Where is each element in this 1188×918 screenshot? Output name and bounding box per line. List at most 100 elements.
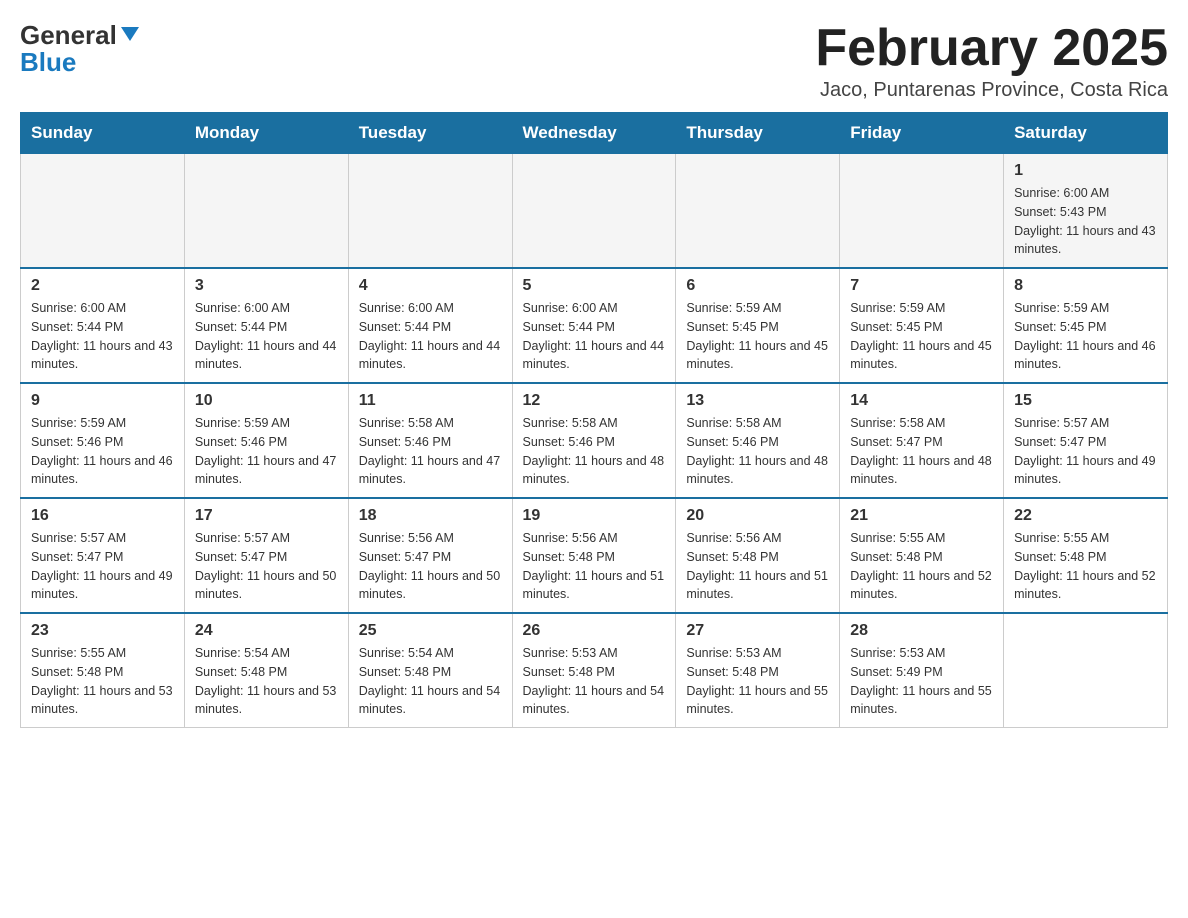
day-number: 26	[523, 622, 666, 640]
col-saturday: Saturday	[1004, 113, 1168, 154]
day-number: 23	[31, 622, 174, 640]
col-wednesday: Wednesday	[512, 113, 676, 154]
day-number: 6	[686, 277, 829, 295]
day-info: Sunrise: 5:58 AM Sunset: 5:46 PM Dayligh…	[359, 414, 502, 489]
day-info: Sunrise: 5:59 AM Sunset: 5:46 PM Dayligh…	[195, 414, 338, 489]
calendar-table: Sunday Monday Tuesday Wednesday Thursday…	[20, 112, 1168, 728]
calendar-cell-w5-d7	[1004, 613, 1168, 728]
calendar-cell-w3-d3: 11 Sunrise: 5:58 AM Sunset: 5:46 PM Dayli…	[348, 383, 512, 498]
calendar-cell-w5-d6: 28 Sunrise: 5:53 AM Sunset: 5:49 PM Dayli…	[840, 613, 1004, 728]
month-title: February 2025	[815, 20, 1168, 77]
day-number: 2	[31, 277, 174, 295]
calendar-cell-w2-d1: 2Sunrise: 6:00 AM Sunset: 5:44 PM Daylig…	[21, 268, 185, 383]
day-info: Sunrise: 5:55 AM Sunset: 5:48 PM Dayligh…	[850, 529, 993, 604]
day-info: Sunrise: 5:57 AM Sunset: 5:47 PM Dayligh…	[195, 529, 338, 604]
day-info: Sunrise: 6:00 AM Sunset: 5:44 PM Dayligh…	[523, 299, 666, 374]
day-number: 7	[850, 277, 993, 295]
week-row-2: 2 Sunrise: 6:00 AM Sunset: 5:44 PM Daylig…	[21, 268, 1168, 383]
calendar-cell-w1-d7: 1 Sunrise: 6:00 AM Sunset: 5:43 PM Daylig…	[1004, 154, 1168, 269]
day-number: 11	[359, 392, 502, 410]
calendar-cell-w4-d1: 16 Sunrise: 5:57 AM Sunset: 5:47 PM Dayli…	[21, 498, 185, 613]
day-info: Sunrise: 5:56 AM Sunset: 5:48 PM Dayligh…	[686, 529, 829, 604]
day-info: Sunrise: 5:53 AM Sunset: 5:49 PM Dayligh…	[850, 644, 993, 719]
day-info: Sunrise: 5:59 AM Sunset: 5:45 PM Dayligh…	[1014, 299, 1157, 374]
calendar-cell-w3-d7: 15 Sunrise: 5:57 AM Sunset: 5:47 PM Dayli…	[1004, 383, 1168, 498]
calendar-cell-w4-d5: 20 Sunrise: 5:56 AM Sunset: 5:48 PM Dayli…	[676, 498, 840, 613]
calendar-cell-w4-d6: 21 Sunrise: 5:55 AM Sunset: 5:48 PM Dayli…	[840, 498, 1004, 613]
week-row-3: 9Sunrise: 5:59 AM Sunset: 5:46 PM Daylig…	[21, 383, 1168, 498]
calendar-cell-w1-d5	[676, 154, 840, 269]
calendar-cell-w4-d7: 22 Sunrise: 5:55 AM Sunset: 5:48 PM Dayli…	[1004, 498, 1168, 613]
calendar-cell-w1-d2	[184, 154, 348, 269]
day-number: 5	[523, 277, 666, 295]
day-info: Sunrise: 5:57 AM Sunset: 5:47 PM Dayligh…	[1014, 414, 1157, 489]
col-sunday: Sunday	[21, 113, 185, 154]
day-info: Sunrise: 6:00 AM Sunset: 5:43 PM Dayligh…	[1014, 184, 1157, 259]
calendar-cell-w2-d3: 4Sunrise: 6:00 AM Sunset: 5:44 PM Daylig…	[348, 268, 512, 383]
title-area: February 2025 Jaco, Puntarenas Province,…	[815, 20, 1168, 102]
calendar-header-row: Sunday Monday Tuesday Wednesday Thursday…	[21, 113, 1168, 154]
day-info: Sunrise: 5:54 AM Sunset: 5:48 PM Dayligh…	[195, 644, 338, 719]
day-number: 28	[850, 622, 993, 640]
calendar-cell-w1-d4	[512, 154, 676, 269]
calendar-cell-w4-d3: 18 Sunrise: 5:56 AM Sunset: 5:47 PM Dayli…	[348, 498, 512, 613]
calendar-cell-w3-d5: 13 Sunrise: 5:58 AM Sunset: 5:46 PM Dayli…	[676, 383, 840, 498]
day-info: Sunrise: 5:56 AM Sunset: 5:47 PM Dayligh…	[359, 529, 502, 604]
day-info: Sunrise: 5:54 AM Sunset: 5:48 PM Dayligh…	[359, 644, 502, 719]
day-number: 21	[850, 507, 993, 525]
page-header: General Blue February 2025 Jaco, Puntare…	[20, 20, 1168, 102]
calendar-cell-w2-d7: 8 Sunrise: 5:59 AM Sunset: 5:45 PM Daylig…	[1004, 268, 1168, 383]
day-info: Sunrise: 6:00 AM Sunset: 5:44 PM Dayligh…	[195, 299, 338, 374]
calendar-cell-w5-d2: 24Sunrise: 5:54 AM Sunset: 5:48 PM Dayli…	[184, 613, 348, 728]
day-info: Sunrise: 5:57 AM Sunset: 5:47 PM Dayligh…	[31, 529, 174, 604]
calendar-cell-w1-d1	[21, 154, 185, 269]
calendar-cell-w5-d5: 27 Sunrise: 5:53 AM Sunset: 5:48 PM Dayli…	[676, 613, 840, 728]
calendar-cell-w3-d1: 9Sunrise: 5:59 AM Sunset: 5:46 PM Daylig…	[21, 383, 185, 498]
calendar-cell-w3-d2: 10 Sunrise: 5:59 AM Sunset: 5:46 PM Dayli…	[184, 383, 348, 498]
day-info: Sunrise: 5:59 AM Sunset: 5:45 PM Dayligh…	[850, 299, 993, 374]
day-info: Sunrise: 5:55 AM Sunset: 5:48 PM Dayligh…	[1014, 529, 1157, 604]
logo-blue: Blue	[20, 47, 76, 77]
day-info: Sunrise: 5:59 AM Sunset: 5:45 PM Dayligh…	[686, 299, 829, 374]
week-row-1: 1 Sunrise: 6:00 AM Sunset: 5:43 PM Daylig…	[21, 154, 1168, 269]
day-info: Sunrise: 5:53 AM Sunset: 5:48 PM Dayligh…	[523, 644, 666, 719]
day-number: 8	[1014, 277, 1157, 295]
day-number: 3	[195, 277, 338, 295]
day-number: 15	[1014, 392, 1157, 410]
day-number: 14	[850, 392, 993, 410]
day-number: 10	[195, 392, 338, 410]
calendar-cell-w5-d3: 25 Sunrise: 5:54 AM Sunset: 5:48 PM Dayli…	[348, 613, 512, 728]
day-info: Sunrise: 5:55 AM Sunset: 5:48 PM Dayligh…	[31, 644, 174, 719]
col-monday: Monday	[184, 113, 348, 154]
day-info: Sunrise: 6:00 AM Sunset: 5:44 PM Dayligh…	[359, 299, 502, 374]
day-info: Sunrise: 5:53 AM Sunset: 5:48 PM Dayligh…	[686, 644, 829, 719]
day-info: Sunrise: 5:59 AM Sunset: 5:46 PM Dayligh…	[31, 414, 174, 489]
day-number: 19	[523, 507, 666, 525]
col-friday: Friday	[840, 113, 1004, 154]
calendar-cell-w4-d4: 19 Sunrise: 5:56 AM Sunset: 5:48 PM Dayli…	[512, 498, 676, 613]
day-number: 18	[359, 507, 502, 525]
day-info: Sunrise: 5:58 AM Sunset: 5:47 PM Dayligh…	[850, 414, 993, 489]
location: Jaco, Puntarenas Province, Costa Rica	[815, 79, 1168, 102]
day-number: 17	[195, 507, 338, 525]
day-number: 22	[1014, 507, 1157, 525]
day-number: 12	[523, 392, 666, 410]
day-number: 16	[31, 507, 174, 525]
calendar-cell-w2-d4: 5 Sunrise: 6:00 AM Sunset: 5:44 PM Daylig…	[512, 268, 676, 383]
day-info: Sunrise: 5:56 AM Sunset: 5:48 PM Dayligh…	[523, 529, 666, 604]
col-tuesday: Tuesday	[348, 113, 512, 154]
calendar-cell-w5-d1: 23 Sunrise: 5:55 AM Sunset: 5:48 PM Dayli…	[21, 613, 185, 728]
logo: General Blue	[20, 20, 141, 78]
day-info: Sunrise: 5:58 AM Sunset: 5:46 PM Dayligh…	[686, 414, 829, 489]
day-number: 27	[686, 622, 829, 640]
week-row-4: 16 Sunrise: 5:57 AM Sunset: 5:47 PM Dayli…	[21, 498, 1168, 613]
calendar-cell-w2-d6: 7 Sunrise: 5:59 AM Sunset: 5:45 PM Daylig…	[840, 268, 1004, 383]
day-number: 25	[359, 622, 502, 640]
day-number: 13	[686, 392, 829, 410]
week-row-5: 23 Sunrise: 5:55 AM Sunset: 5:48 PM Dayli…	[21, 613, 1168, 728]
calendar-cell-w1-d6	[840, 154, 1004, 269]
day-number: 20	[686, 507, 829, 525]
day-info: Sunrise: 5:58 AM Sunset: 5:46 PM Dayligh…	[523, 414, 666, 489]
calendar-cell-w3-d6: 14 Sunrise: 5:58 AM Sunset: 5:47 PM Dayli…	[840, 383, 1004, 498]
day-number: 1	[1014, 162, 1157, 180]
